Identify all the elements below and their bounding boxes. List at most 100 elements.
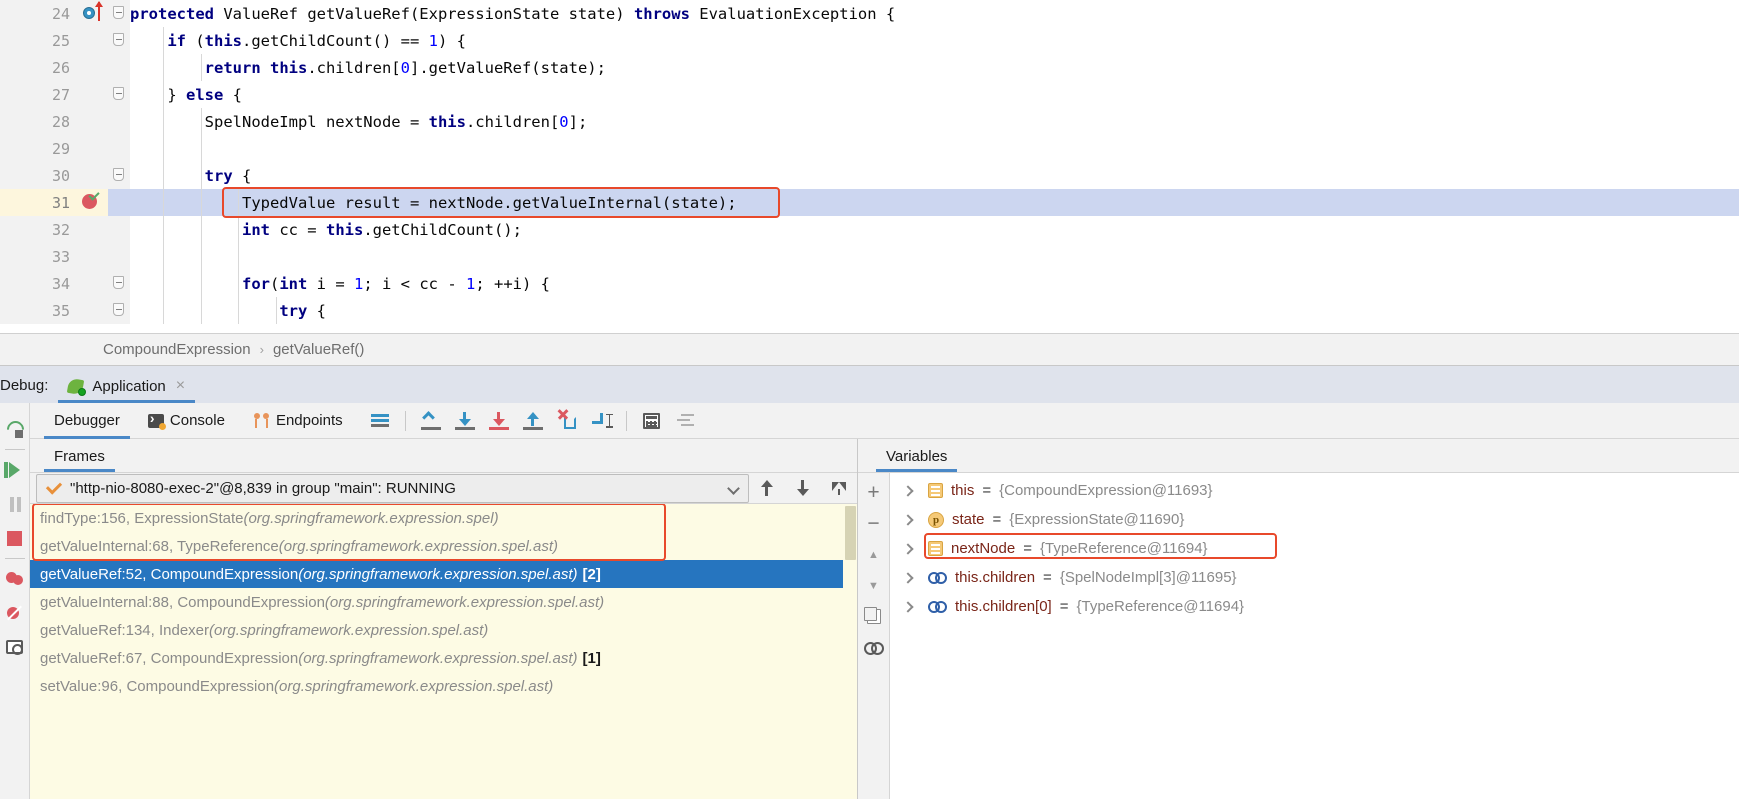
frame-list-item[interactable]: getValueInternal:88, CompoundExpression … (30, 588, 857, 616)
code-line[interactable]: 27 } else { (0, 81, 1739, 108)
gutter-markers[interactable] (78, 108, 108, 135)
gutter-markers[interactable] (78, 243, 108, 270)
frame-list-item[interactable]: getValueRef:67, CompoundExpression (org.… (30, 644, 857, 672)
code-text[interactable]: protected ValueRef getValueRef(Expressio… (130, 5, 1739, 23)
gutter-markers[interactable] (78, 297, 108, 324)
fold-collapse-icon[interactable] (113, 276, 124, 289)
gutter-markers[interactable] (78, 54, 108, 81)
code-line[interactable]: 29 (0, 135, 1739, 162)
step-over-button[interactable] (448, 406, 482, 436)
rerun-button[interactable] (0, 412, 30, 446)
code-text[interactable]: for(int i = 1; i < cc - 1; ++i) { (130, 275, 1739, 293)
code-line[interactable]: 32 int cc = this.getChildCount(); (0, 216, 1739, 243)
fold-column[interactable] (108, 27, 130, 54)
code-line[interactable]: 34 for(int i = 1; i < cc - 1; ++i) { (0, 270, 1739, 297)
fold-collapse-icon[interactable] (113, 33, 124, 46)
mute-breakpoints-button[interactable] (0, 596, 30, 630)
resume-program-button[interactable] (0, 453, 30, 487)
code-line[interactable]: 26 return this.children[0].getValueRef(s… (0, 54, 1739, 81)
settings-button[interactable] (669, 406, 703, 436)
drop-frame-button[interactable] (550, 406, 584, 436)
code-line[interactable]: 35 try { (0, 297, 1739, 324)
screenshot-button[interactable] (0, 630, 30, 664)
code-text[interactable]: return this.children[0].getValueRef(stat… (130, 59, 1739, 77)
filter-frames-button[interactable] (821, 473, 857, 504)
code-text[interactable]: try { (130, 302, 1739, 320)
step-into-button[interactable] (482, 406, 516, 436)
watches-button[interactable] (858, 632, 890, 663)
debug-session-tab-application[interactable]: Application × (58, 377, 195, 403)
view-breakpoints-button[interactable] (0, 562, 30, 596)
run-to-cursor-button[interactable] (584, 406, 618, 436)
copy-value-button[interactable] (858, 601, 890, 632)
move-frame-up-button[interactable] (749, 473, 785, 504)
code-line[interactable]: 30 try { (0, 162, 1739, 189)
stop-button[interactable] (0, 521, 30, 555)
code-line[interactable]: 28 SpelNodeImpl nextNode = this.children… (0, 108, 1739, 135)
fold-collapse-icon[interactable] (113, 303, 124, 316)
gutter-markers[interactable] (78, 0, 108, 27)
move-watch-up-button[interactable]: ▲ (858, 539, 890, 570)
variable-row[interactable]: this.children = {SpelNodeImpl[3]@11695} (890, 563, 1739, 592)
tab-frames[interactable]: Frames (40, 448, 119, 472)
frame-list-item[interactable]: findType:156, ExpressionState (org.sprin… (30, 504, 857, 532)
code-line[interactable]: 24 protected ValueRef getValueRef(Express… (0, 0, 1739, 27)
gutter-markers[interactable] (78, 81, 108, 108)
close-icon[interactable]: × (176, 377, 185, 395)
code-text[interactable]: TypedValue result = nextNode.getValueInt… (130, 194, 1739, 212)
variable-row[interactable]: nextNode = {TypeReference@11694} (890, 534, 1739, 563)
fold-collapse-icon[interactable] (113, 87, 124, 100)
remove-watch-button[interactable]: − (858, 508, 890, 539)
frame-list-item[interactable]: setValue:96, CompoundExpression (org.spr… (30, 672, 857, 700)
fold-collapse-icon[interactable] (113, 6, 124, 19)
frames-scrollbar-thumb[interactable] (845, 506, 856, 560)
tab-variables[interactable]: Variables (872, 448, 961, 472)
gutter-markers[interactable] (78, 27, 108, 54)
chevron-right-icon[interactable] (902, 571, 914, 584)
code-text[interactable]: SpelNodeImpl nextNode = this.children[0]… (130, 113, 1739, 131)
fold-column[interactable] (108, 189, 130, 216)
add-watch-button[interactable]: + (858, 477, 890, 508)
frame-list-item[interactable]: getValueRef:134, Indexer (org.springfram… (30, 616, 857, 644)
variable-row[interactable]: this = {CompoundExpression@11693} (890, 476, 1739, 505)
code-editor[interactable]: 24 protected ValueRef getValueRef(Express… (0, 0, 1739, 333)
fold-column[interactable] (108, 81, 130, 108)
fold-column[interactable] (108, 108, 130, 135)
code-line[interactable]: 25 if (this.getChildCount() == 1) { (0, 27, 1739, 54)
move-watch-down-button[interactable]: ▼ (858, 570, 890, 601)
fold-column[interactable] (108, 297, 130, 324)
breadcrumb-class[interactable]: CompoundExpression (103, 341, 251, 358)
frame-list-item[interactable]: getValueRef:52, CompoundExpression (org.… (30, 560, 857, 588)
method-breakpoint-icon[interactable] (83, 7, 95, 19)
layout-settings-button[interactable] (363, 406, 397, 436)
fold-column[interactable] (108, 54, 130, 81)
move-frame-down-button[interactable] (785, 473, 821, 504)
code-line[interactable]: 33 (0, 243, 1739, 270)
fold-collapse-icon[interactable] (113, 168, 124, 181)
chevron-right-icon[interactable] (902, 600, 914, 613)
thread-dropdown[interactable]: "http-nio-8080-exec-2"@8,839 in group "m… (36, 473, 749, 503)
frames-list[interactable]: findType:156, ExpressionState (org.sprin… (30, 504, 857, 799)
code-text[interactable]: try { (130, 167, 1739, 185)
tab-debugger[interactable]: Debugger (40, 403, 134, 439)
frames-scrollbar[interactable] (843, 504, 857, 799)
step-out-button[interactable] (516, 406, 550, 436)
gutter-markers[interactable] (78, 216, 108, 243)
show-execution-point-button[interactable] (414, 406, 448, 436)
gutter-markers[interactable] (78, 162, 108, 189)
fold-column[interactable] (108, 135, 130, 162)
code-text[interactable]: } else { (130, 86, 1739, 104)
fold-column[interactable] (108, 162, 130, 189)
gutter-markers[interactable] (78, 270, 108, 297)
code-line[interactable]: 31 TypedValue result = nextNode.getValue… (0, 189, 1739, 216)
code-text[interactable]: if (this.getChildCount() == 1) { (130, 32, 1739, 50)
chevron-right-icon[interactable] (902, 542, 914, 555)
chevron-right-icon[interactable] (902, 484, 914, 497)
chevron-right-icon[interactable] (902, 513, 914, 526)
gutter-markers[interactable] (78, 189, 108, 216)
frame-list-item[interactable]: getValueInternal:68, TypeReference (org.… (30, 532, 857, 560)
fold-column[interactable] (108, 216, 130, 243)
fold-column[interactable] (108, 0, 130, 27)
chevron-down-icon[interactable] (727, 481, 740, 495)
gutter-markers[interactable] (78, 135, 108, 162)
